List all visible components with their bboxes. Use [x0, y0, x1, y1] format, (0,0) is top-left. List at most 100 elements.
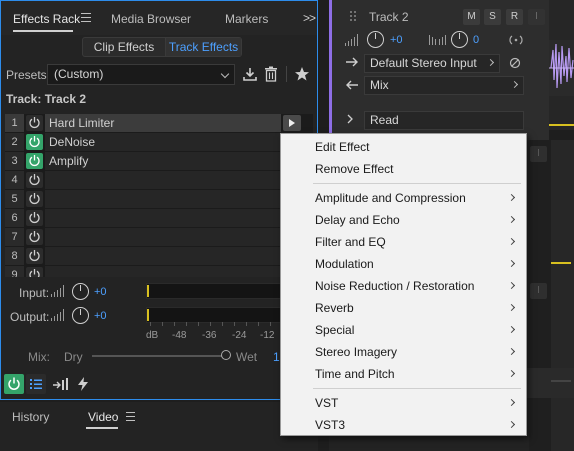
track-name[interactable]: Track 2 [369, 10, 409, 24]
menu-item-special[interactable]: Special [281, 319, 526, 341]
effect-slot-3[interactable]: 3 Amplify [5, 152, 313, 171]
track-input-select[interactable]: Default Stereo Input [364, 54, 500, 73]
list-icon [30, 379, 42, 389]
mix-slider-track[interactable] [92, 355, 226, 357]
panel-tab-bar: Effects Rack Media Browser Markers >> [1, 1, 317, 35]
slot-menu-arrow-icon[interactable] [283, 115, 301, 131]
track-effects-button[interactable]: Track Effects [165, 38, 241, 56]
submenu-arrow-icon [507, 347, 516, 356]
menu-item-label: Remove Effect [315, 162, 394, 176]
drag-handle-icon[interactable] [349, 10, 359, 24]
trash-icon[interactable] [264, 66, 278, 82]
input-gain-value[interactable]: +0 [94, 286, 107, 298]
tab-video[interactable]: Video [88, 410, 118, 424]
menu-item-label: Filter and EQ [315, 235, 386, 249]
track-pan-knob[interactable] [451, 31, 468, 48]
slot-number: 2 [5, 133, 24, 151]
submenu-arrow-icon [507, 398, 516, 407]
slot-effect-name: Hard Limiter [45, 114, 281, 132]
effect-slot-9[interactable]: 9 [5, 266, 313, 277]
menu-item-time-pitch[interactable]: Time and Pitch [281, 363, 526, 385]
power-icon[interactable] [26, 191, 43, 207]
tab-history[interactable]: History [12, 410, 49, 424]
insert-effect-icon[interactable] [52, 376, 70, 392]
no-route-icon[interactable] [509, 57, 521, 69]
effect-slot-4[interactable]: 4 [5, 171, 313, 190]
tab-markers[interactable]: Markers [225, 12, 268, 26]
submenu-arrow-icon [507, 303, 516, 312]
slot-effect-name: DeNoise [45, 133, 281, 151]
menu-item-label: Stereo Imagery [315, 345, 398, 359]
effect-slot-2[interactable]: 2 DeNoise [5, 133, 313, 152]
save-preset-icon[interactable] [242, 66, 258, 82]
input-monitor-button-2[interactable]: I [530, 146, 547, 162]
tab-media-browser[interactable]: Media Browser [111, 12, 191, 26]
menu-item-vst3[interactable]: VST3 [281, 414, 526, 436]
waveform-clip[interactable] [549, 0, 574, 130]
menu-item-noise-reduction[interactable]: Noise Reduction / Restoration [281, 275, 526, 297]
menu-separator [313, 388, 521, 389]
effect-slot-5[interactable]: 5 [5, 190, 313, 209]
submenu-arrow-icon [507, 215, 516, 224]
menu-item-filter-eq[interactable]: Filter and EQ [281, 231, 526, 253]
input-monitor-button-3[interactable]: I [530, 283, 547, 299]
output-label: Output: [10, 310, 50, 324]
mix-label: Mix: [28, 350, 50, 364]
power-icon[interactable] [26, 115, 43, 131]
arrow-right-icon [346, 57, 358, 67]
effect-slot-list: 1 Hard Limiter 2 DeNoise 3 Amplify 4 5 6… [5, 114, 313, 277]
mute-button[interactable]: M [463, 9, 480, 25]
menu-item-edit-effect[interactable]: Edit Effect [281, 136, 526, 158]
input-monitor-button[interactable]: I [528, 9, 545, 25]
automation-mode-select[interactable]: Read [364, 111, 524, 130]
menu-item-vst[interactable]: VST [281, 392, 526, 414]
list-view-button[interactable] [26, 374, 46, 394]
menu-item-remove-effect[interactable]: Remove Effect [281, 158, 526, 180]
power-icon[interactable] [26, 172, 43, 188]
mix-slider-thumb[interactable] [221, 350, 231, 360]
output-gain-value[interactable]: +0 [94, 310, 107, 322]
stereo-icon[interactable] [509, 35, 523, 45]
power-icon[interactable] [26, 210, 43, 226]
track-volume-knob[interactable] [367, 31, 384, 48]
expand-icon[interactable] [346, 114, 354, 124]
effects-context-menu: Edit Effect Remove Effect Amplitude and … [280, 133, 527, 436]
panel-menu-icon[interactable] [126, 412, 135, 424]
menu-item-label: VST [315, 396, 339, 410]
lightning-icon[interactable] [76, 376, 90, 392]
menu-item-delay-echo[interactable]: Delay and Echo [281, 209, 526, 231]
menu-item-reverb[interactable]: Reverb [281, 297, 526, 319]
power-icon[interactable] [26, 229, 43, 245]
menu-item-label: VST3 [315, 418, 346, 432]
power-icon[interactable] [26, 267, 43, 277]
volume-level-icon [345, 34, 361, 46]
track-volume-value[interactable]: +0 [390, 34, 403, 46]
presets-dropdown[interactable]: (Custom) [47, 64, 235, 85]
menu-item-stereo-imagery[interactable]: Stereo Imagery [281, 341, 526, 363]
power-icon[interactable] [26, 153, 43, 169]
clip-effects-button[interactable]: Clip Effects [83, 38, 165, 56]
star-icon[interactable] [294, 66, 310, 82]
menu-item-amplitude-compression[interactable]: Amplitude and Compression [281, 187, 526, 209]
effect-slot-8[interactable]: 8 [5, 247, 313, 266]
effect-slot-1[interactable]: 1 Hard Limiter [5, 114, 313, 133]
panel-menu-icon[interactable] [81, 13, 91, 25]
tab-effects-rack[interactable]: Effects Rack [13, 12, 80, 26]
track-pan-value[interactable]: 0 [473, 34, 479, 46]
menu-item-label: Time and Pitch [315, 367, 395, 381]
effect-slot-7[interactable]: 7 [5, 228, 313, 247]
power-icon[interactable] [26, 134, 43, 150]
output-gain-knob[interactable] [72, 307, 89, 324]
panel-overflow-icon[interactable]: >> [303, 11, 316, 25]
active-tab-indicator [86, 427, 118, 429]
power-icon[interactable] [26, 248, 43, 264]
solo-button[interactable]: S [484, 9, 501, 25]
menu-item-modulation[interactable]: Modulation [281, 253, 526, 275]
db-tick: -12 [260, 330, 275, 341]
record-arm-button[interactable]: R [506, 9, 523, 25]
input-gain-knob[interactable] [72, 283, 89, 300]
track-output-select[interactable]: Mix [364, 76, 524, 95]
slot-number: 4 [5, 171, 24, 189]
effect-slot-6[interactable]: 6 [5, 209, 313, 228]
master-power-button[interactable] [4, 374, 24, 394]
